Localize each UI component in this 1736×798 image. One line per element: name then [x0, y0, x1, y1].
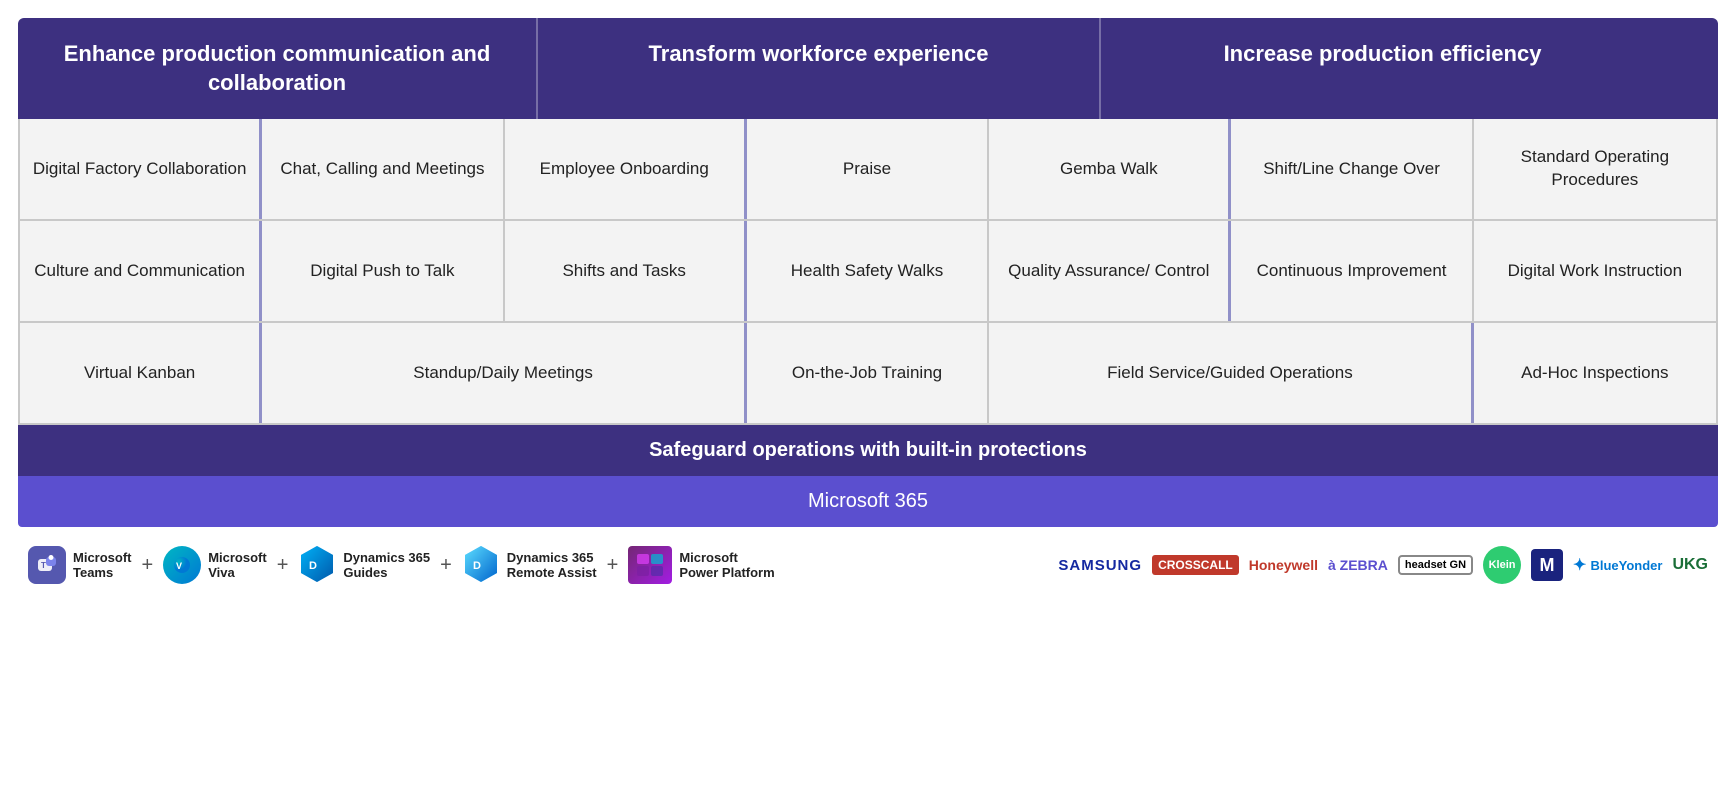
- m-logo: M: [1531, 549, 1563, 581]
- logo-guides: D Dynamics 365Guides: [298, 543, 430, 587]
- header-col2: Transform workforce experience: [538, 18, 1101, 119]
- samsung-logo: SAMSUNG: [1058, 557, 1142, 574]
- logos-row: T MicrosoftTeams +: [18, 527, 1718, 603]
- cell-virtual-kanban: Virtual Kanban: [20, 323, 262, 423]
- blueyonder-logo: ✦ BlueYonder: [1573, 555, 1662, 575]
- cell-standup-meetings: Standup/Daily Meetings: [262, 323, 747, 423]
- header-col1: Enhance production communication and col…: [18, 18, 538, 119]
- klein-logo: Klein: [1483, 546, 1521, 584]
- power-label: MicrosoftPower Platform: [679, 550, 774, 580]
- viva-label: MicrosoftViva: [208, 550, 267, 580]
- header-row: Enhance production communication and col…: [18, 18, 1718, 119]
- plus-3: +: [440, 554, 452, 577]
- grid-row-3: Virtual Kanban Standup/Daily Meetings On…: [20, 323, 1716, 423]
- cell-digital-factory: Digital Factory Collaboration: [20, 119, 262, 219]
- svg-text:D: D: [309, 560, 317, 572]
- cell-chat-calling: Chat, Calling and Meetings: [262, 119, 504, 219]
- cell-employee-onboarding: Employee Onboarding: [505, 119, 747, 219]
- logos-left: T MicrosoftTeams +: [28, 543, 1058, 587]
- cell-field-service: Field Service/Guided Operations: [989, 323, 1474, 423]
- cell-gemba-walk: Gemba Walk: [989, 119, 1231, 219]
- grid-row-1: Digital Factory Collaboration Chat, Call…: [20, 119, 1716, 221]
- svg-text:V: V: [176, 561, 182, 571]
- main-wrapper: Enhance production communication and col…: [0, 0, 1736, 603]
- guides-icon: D: [298, 543, 336, 587]
- headset-logo: headset GN: [1398, 555, 1473, 575]
- grid-row-2: Culture and Communication Digital Push t…: [20, 221, 1716, 323]
- honeywell-logo: Honeywell: [1249, 557, 1318, 573]
- cell-health-safety: Health Safety Walks: [747, 221, 989, 321]
- cell-adhoc-inspections: Ad-Hoc Inspections: [1474, 323, 1716, 423]
- logo-teams: T MicrosoftTeams: [28, 546, 132, 584]
- logos-right: SAMSUNG CROSSCALL Honeywell à ZEBRA head…: [1058, 546, 1708, 584]
- teams-icon: T: [28, 546, 66, 584]
- cell-quality-assurance: Quality Assurance/ Control: [989, 221, 1231, 321]
- logo-power: MicrosoftPower Platform: [628, 546, 774, 584]
- ukg-logo: UKG: [1672, 556, 1708, 574]
- remote-icon: D: [462, 543, 500, 587]
- header-col3: Increase production efficiency: [1101, 18, 1664, 119]
- cell-shift-line: Shift/Line Change Over: [1231, 119, 1473, 219]
- cell-digital-work: Digital Work Instruction: [1474, 221, 1716, 321]
- crosscall-logo: CROSSCALL: [1152, 555, 1239, 575]
- cell-standard-ops: Standard Operating Procedures: [1474, 119, 1716, 219]
- plus-2: +: [277, 554, 289, 577]
- cell-praise: Praise: [747, 119, 989, 219]
- cell-on-job-training: On-the-Job Training: [747, 323, 989, 423]
- cell-culture-comm: Culture and Communication: [20, 221, 262, 321]
- remote-label: Dynamics 365Remote Assist: [507, 550, 597, 580]
- safeguard-banner: Safeguard operations with built-in prote…: [18, 425, 1718, 476]
- zebra-logo: à ZEBRA: [1328, 557, 1388, 573]
- svg-text:D: D: [473, 560, 481, 572]
- power-icon: [628, 546, 672, 584]
- viva-icon: V: [163, 546, 201, 584]
- logo-viva: V MicrosoftViva: [163, 546, 267, 584]
- logo-remote: D Dynamics 365Remote Assist: [462, 543, 597, 587]
- cell-shifts-tasks: Shifts and Tasks: [505, 221, 747, 321]
- teams-label: MicrosoftTeams: [73, 550, 132, 580]
- cell-digital-push: Digital Push to Talk: [262, 221, 504, 321]
- cell-continuous-improvement: Continuous Improvement: [1231, 221, 1473, 321]
- guides-label: Dynamics 365Guides: [343, 550, 430, 580]
- m365-banner: Microsoft 365: [18, 476, 1718, 527]
- svg-text:T: T: [41, 561, 46, 570]
- plus-1: +: [142, 554, 154, 577]
- plus-4: +: [607, 554, 619, 577]
- grid-section: Digital Factory Collaboration Chat, Call…: [18, 119, 1718, 425]
